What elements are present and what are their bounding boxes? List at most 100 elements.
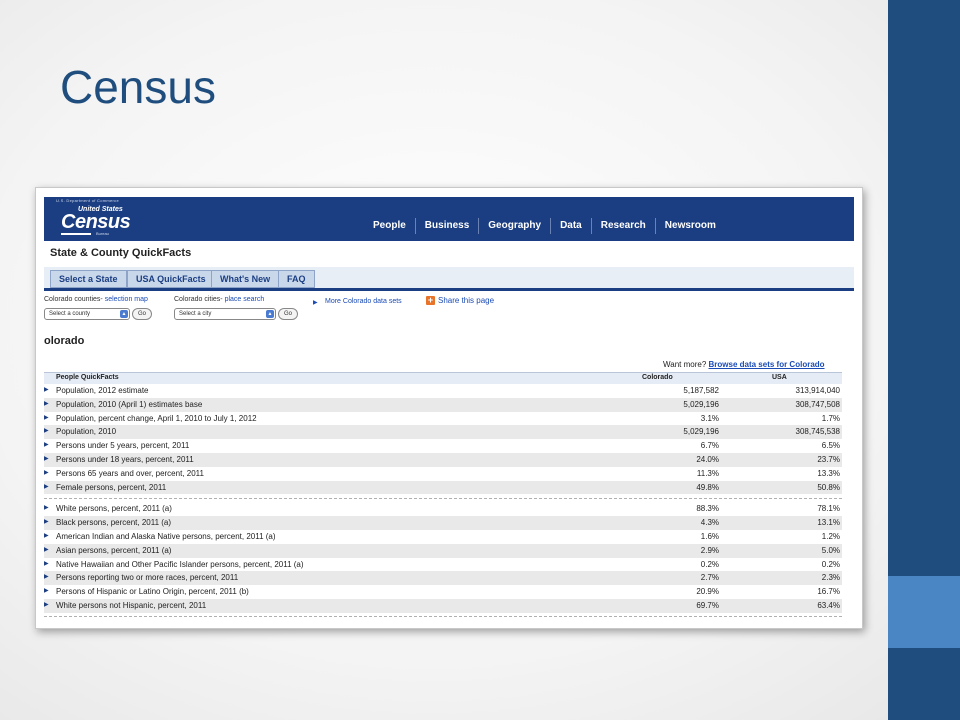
row-label[interactable]: Persons under 5 years, percent, 2011 bbox=[56, 439, 189, 453]
colorado-value: 6.7% bbox=[700, 441, 719, 451]
table-row: ▶ Population, percent change, April 1, 20… bbox=[44, 412, 842, 426]
expand-triangle-icon[interactable]: ▶ bbox=[44, 384, 49, 398]
share-page-link[interactable]: Share this page bbox=[438, 296, 494, 305]
usa-value: 0.2% bbox=[821, 559, 840, 569]
city-selector-label: Colorado cities- place search bbox=[174, 296, 265, 303]
row-label[interactable]: Population, 2010 (April 1) estimates bas… bbox=[56, 398, 202, 412]
expand-triangle-icon[interactable]: ▶ bbox=[44, 439, 49, 453]
browse-data-sets-link[interactable]: Browse data sets for Colorado bbox=[709, 360, 825, 369]
logo-underline bbox=[61, 233, 91, 235]
colorado-value: 11.3% bbox=[696, 468, 719, 478]
usa-value: 63.4% bbox=[817, 600, 840, 610]
expand-triangle-icon[interactable]: ▶ bbox=[44, 558, 49, 572]
tab-select-state[interactable]: Select a State bbox=[50, 270, 127, 288]
row-label[interactable]: Persons reporting two or more races, per… bbox=[56, 571, 238, 585]
nav-business[interactable]: Business bbox=[414, 218, 478, 234]
row-label[interactable]: Female persons, percent, 2011 bbox=[56, 481, 166, 495]
select-arrow-icon: ▲ bbox=[266, 310, 274, 318]
usa-value: 23.7% bbox=[817, 454, 840, 464]
tab-faq[interactable]: FAQ bbox=[278, 270, 315, 288]
table-row: ▶ Persons 65 years and over, percent, 201… bbox=[44, 467, 842, 481]
header-usa: USA bbox=[772, 374, 787, 381]
row-label[interactable]: Black persons, percent, 2011 (a) bbox=[56, 516, 171, 530]
expand-triangle-icon[interactable]: ▶ bbox=[44, 453, 49, 467]
table-row: ▶ Female persons, percent, 2011 49.8% 50.8% bbox=[44, 480, 842, 495]
expand-triangle-icon[interactable]: ▶ bbox=[44, 481, 49, 495]
row-label[interactable]: Asian persons, percent, 2011 (a) bbox=[56, 544, 171, 558]
colorado-value: 4.3% bbox=[700, 518, 719, 528]
usa-value: 308,747,508 bbox=[795, 399, 841, 409]
colorado-value: 24.0% bbox=[696, 454, 719, 464]
table-header: People QuickFacts Colorado USA bbox=[44, 372, 842, 384]
row-label[interactable]: Population, percent change, April 1, 201… bbox=[56, 412, 257, 426]
expand-triangle-icon[interactable]: ▶ bbox=[44, 585, 49, 599]
quickfacts-table: People QuickFacts Colorado USA ▶ Populati… bbox=[44, 372, 842, 617]
county-selector-label: Colorado counties- selection map bbox=[44, 296, 148, 303]
usa-value: 308,745,538 bbox=[795, 427, 841, 437]
expand-triangle-icon[interactable]: ▶ bbox=[44, 571, 49, 585]
nav-geography[interactable]: Geography bbox=[478, 218, 550, 234]
row-label[interactable]: Persons under 18 years, percent, 2011 bbox=[56, 453, 194, 467]
table-group-population: ▶ Population, 2012 estimate 5,187,582 313,9… bbox=[44, 384, 842, 495]
row-label[interactable]: Persons of Hispanic or Latino Origin, pe… bbox=[56, 585, 249, 599]
logo-bureau-text: Bureau bbox=[96, 231, 109, 236]
table-group-race: ▶ White persons, percent, 2011 (a) 88.3% 78… bbox=[44, 502, 842, 613]
expand-triangle-icon[interactable]: ▶ bbox=[44, 398, 49, 412]
slide-side-accent bbox=[888, 576, 960, 648]
colorado-value: 3.1% bbox=[700, 413, 719, 423]
more-data-sets-link[interactable]: More Colorado data sets bbox=[325, 298, 402, 305]
colorado-value: 20.9% bbox=[696, 587, 719, 597]
selection-map-link[interactable]: selection map bbox=[105, 296, 148, 303]
table-row: ▶ Native Hawaiian and Other Pacific Islan… bbox=[44, 558, 842, 572]
usa-value: 5.0% bbox=[821, 545, 840, 555]
main-nav: People Business Geography Data Research … bbox=[364, 218, 725, 234]
colorado-value: 1.6% bbox=[700, 531, 719, 541]
row-label[interactable]: White persons, percent, 2011 (a) bbox=[56, 502, 172, 516]
expand-triangle-icon[interactable]: ▶ bbox=[44, 467, 49, 481]
row-label[interactable]: American Indian and Alaska Native person… bbox=[56, 530, 276, 544]
city-select[interactable]: Select a city ▲ bbox=[174, 308, 276, 320]
page-title: State & County QuickFacts bbox=[50, 247, 192, 259]
share-plus-icon[interactable]: + bbox=[426, 296, 435, 305]
county-select[interactable]: Select a county ▲ bbox=[44, 308, 130, 320]
census-screenshot: U.S. Department of Commerce United State… bbox=[35, 187, 863, 629]
expand-triangle-icon[interactable]: ▶ bbox=[44, 412, 49, 426]
table-row: ▶ Population, 2010 (April 1) estimates ba… bbox=[44, 397, 842, 412]
table-row: ▶ Population, 2012 estimate 5,187,582 313,9… bbox=[44, 384, 842, 398]
expand-triangle-icon[interactable]: ▶ bbox=[44, 544, 49, 558]
tab-whats-new[interactable]: What's New bbox=[211, 270, 280, 288]
table-row: ▶ American Indian and Alaska Native perso… bbox=[44, 530, 842, 544]
colorado-value: 5,029,196 bbox=[683, 427, 719, 437]
nav-newsroom[interactable]: Newsroom bbox=[654, 218, 725, 234]
colorado-value: 2.7% bbox=[700, 573, 719, 583]
row-label[interactable]: Population, 2010 bbox=[56, 425, 116, 439]
county-go-button[interactable]: Go bbox=[132, 308, 153, 320]
usa-value: 13.1% bbox=[817, 518, 840, 528]
tab-usa-quickfacts[interactable]: USA QuickFacts bbox=[127, 270, 215, 288]
expand-triangle-icon[interactable]: ▶ bbox=[44, 502, 49, 516]
want-more-line: Want more? Browse data sets for Colorado bbox=[663, 360, 825, 369]
nav-data[interactable]: Data bbox=[550, 218, 591, 234]
colorado-value: 69.7% bbox=[696, 600, 719, 610]
expand-triangle-icon[interactable]: ▶ bbox=[44, 516, 49, 530]
table-row: ▶ Persons of Hispanic or Latino Origin, p… bbox=[44, 585, 842, 599]
row-label[interactable]: Persons 65 years and over, percent, 2011 bbox=[56, 467, 204, 481]
row-label[interactable]: White persons not Hispanic, percent, 201… bbox=[56, 599, 206, 613]
place-search-link[interactable]: place search bbox=[225, 296, 265, 303]
row-label[interactable]: Population, 2012 estimate bbox=[56, 384, 149, 398]
expand-triangle-icon[interactable]: ▶ bbox=[44, 425, 49, 439]
header-people-quickfacts: People QuickFacts bbox=[56, 374, 119, 381]
usa-value: 313,914,040 bbox=[795, 386, 841, 395]
table-row: ▶ Persons under 18 years, percent, 2011 24… bbox=[44, 452, 842, 467]
table-row: ▶ Persons reporting two or more races, pe… bbox=[44, 571, 842, 586]
header-colorado: Colorado bbox=[642, 374, 673, 381]
expand-triangle-icon[interactable]: ▶ bbox=[44, 599, 49, 613]
row-label[interactable]: Native Hawaiian and Other Pacific Island… bbox=[56, 558, 304, 572]
nav-people[interactable]: People bbox=[364, 218, 415, 234]
state-heading: olorado bbox=[44, 335, 85, 347]
nav-research[interactable]: Research bbox=[590, 218, 655, 234]
colorado-value: 5,187,582 bbox=[683, 386, 719, 395]
city-go-button[interactable]: Go bbox=[278, 308, 299, 320]
expand-triangle-icon[interactable]: ▶ bbox=[44, 530, 49, 544]
slide-title: Census bbox=[60, 61, 216, 113]
